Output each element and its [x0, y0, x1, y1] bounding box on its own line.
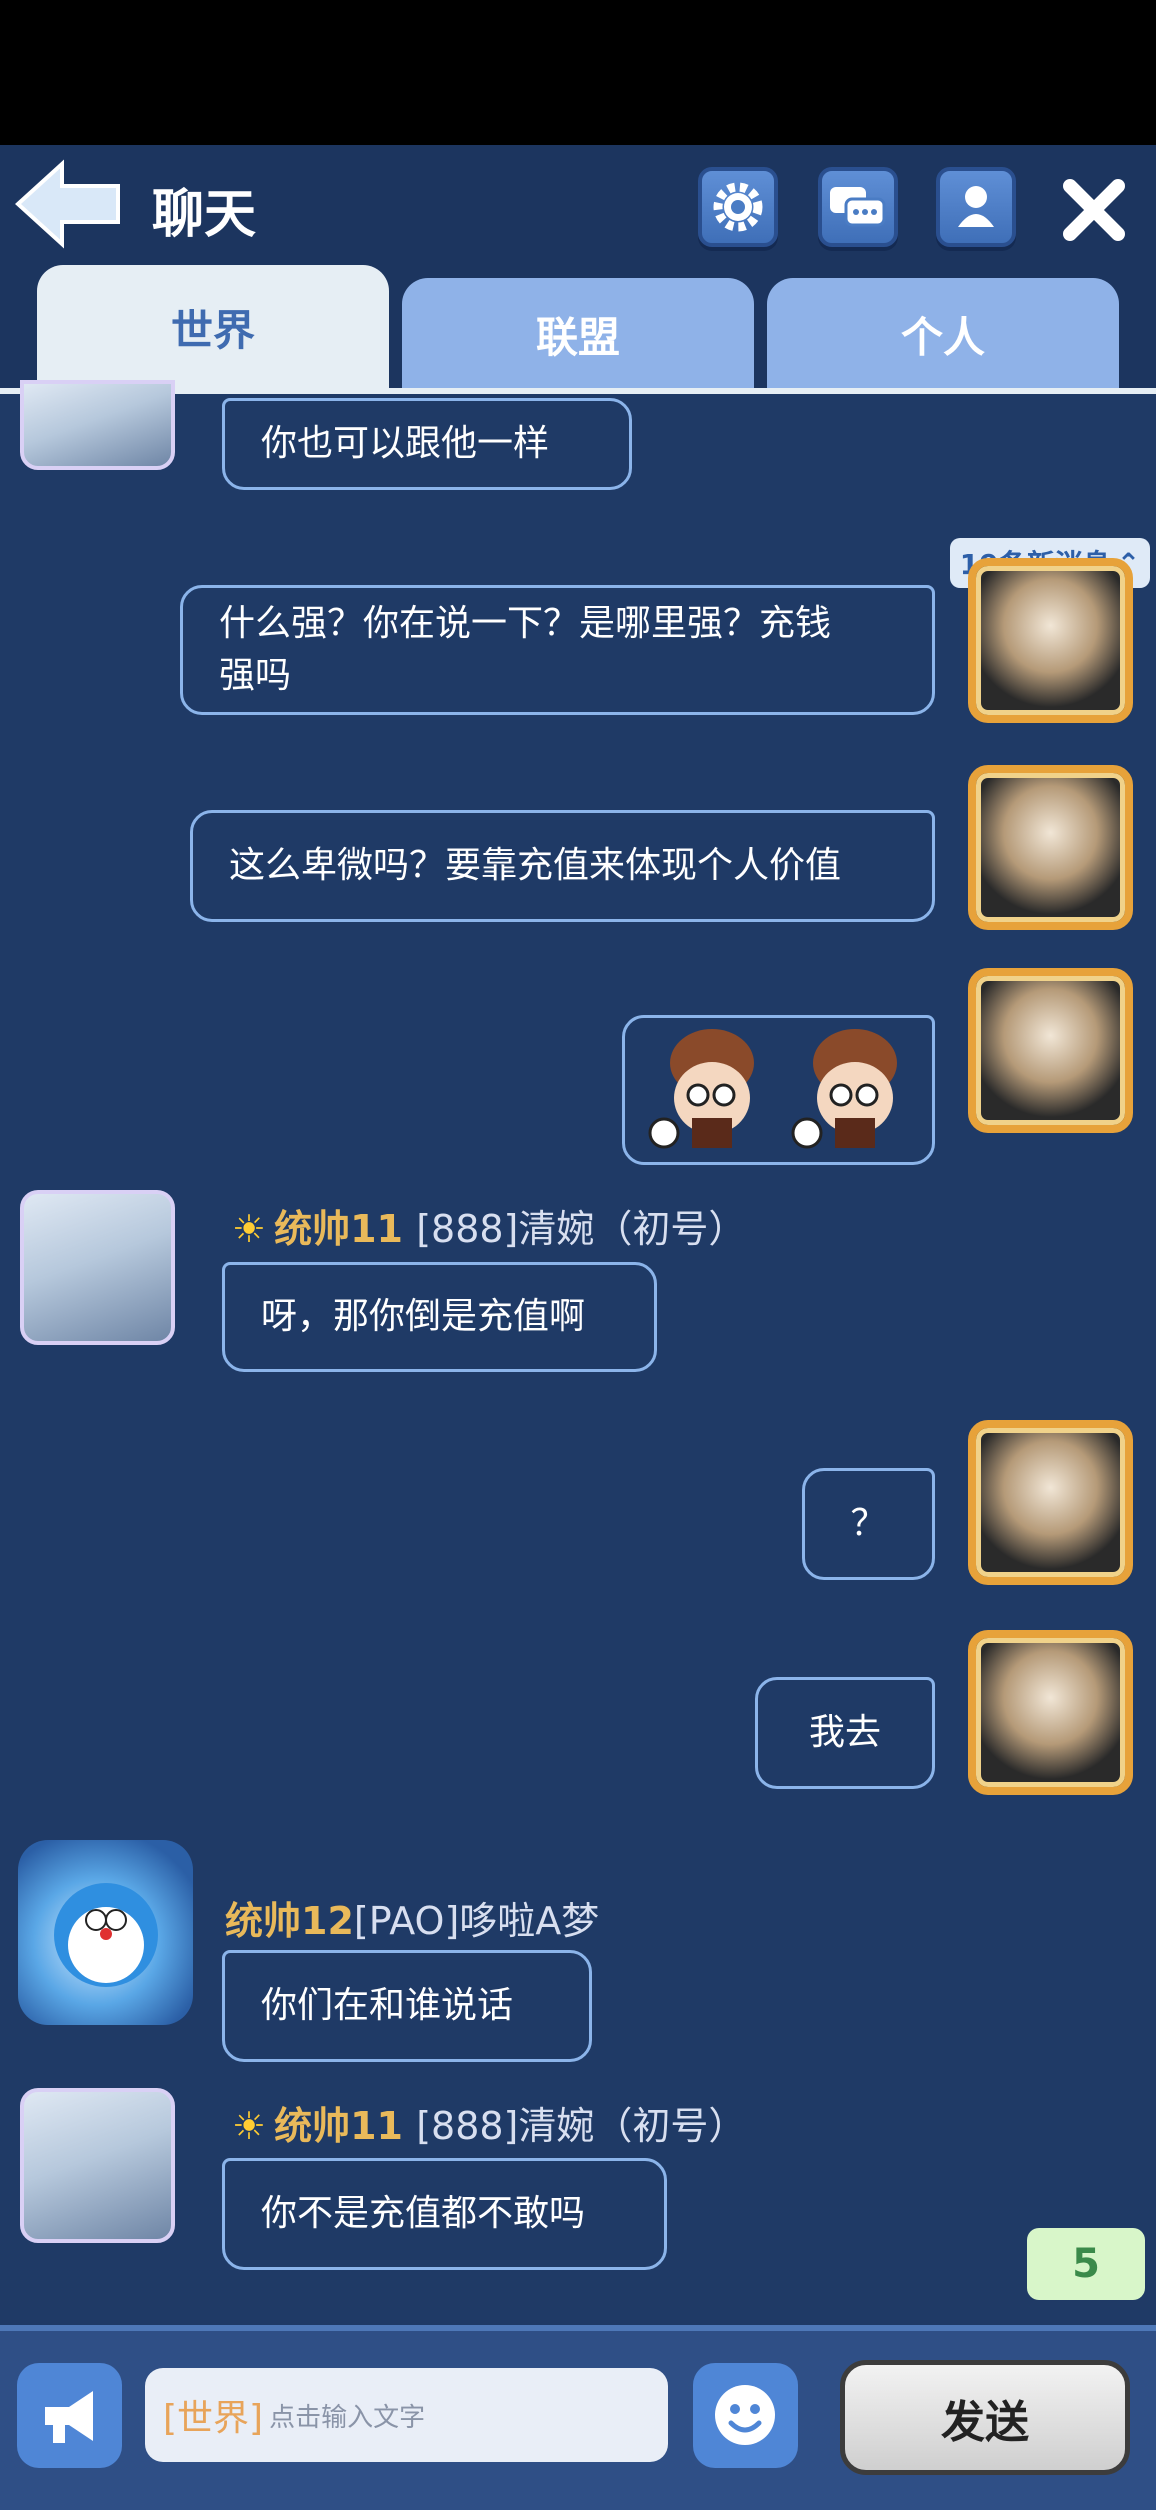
- sender-handle: [888]清婉（初号）: [416, 2104, 747, 2148]
- settings-button[interactable]: [698, 167, 778, 247]
- message-bubble: ？: [802, 1468, 935, 1580]
- broadcast-button[interactable]: [17, 2363, 122, 2468]
- message-text: 你们在和谁说话: [261, 1985, 514, 2026]
- smiley-icon: [715, 2385, 775, 2445]
- emoji-button[interactable]: [693, 2363, 798, 2468]
- avatar[interactable]: [968, 765, 1133, 930]
- sender-name: ☀ 统帅11 [888]清婉（初号）: [232, 2095, 746, 2150]
- message-bubble: 你不是充值都不敢吗: [222, 2158, 667, 2270]
- message-bubble: 什么强？你在说一下？是哪里强？充钱 强吗: [180, 585, 935, 715]
- message-text: 这么卑微吗？要靠充值来体现个人价值: [229, 845, 842, 886]
- sender-rank: 统帅12: [225, 1899, 354, 1943]
- input-channel-label: [世界]: [163, 2398, 264, 2439]
- send-button[interactable]: 发送: [840, 2360, 1130, 2475]
- chat-list-button[interactable]: [818, 167, 898, 247]
- avatar[interactable]: [968, 1420, 1133, 1585]
- avatar[interactable]: [20, 2088, 175, 2243]
- message-bubble: 你也可以跟他一样: [222, 398, 632, 490]
- message-text: 我去: [808, 1712, 881, 1753]
- avatar[interactable]: [968, 1630, 1133, 1795]
- sender-rank: 统帅11: [274, 2104, 403, 2148]
- page-title: 聊天: [152, 185, 257, 245]
- back-button[interactable]: [14, 158, 124, 250]
- message-text: 你不是充值都不敢吗: [261, 2193, 586, 2234]
- unread-count-badge[interactable]: 5: [1027, 2228, 1145, 2300]
- message-text: 强吗: [219, 655, 292, 696]
- message-bubble: 这么卑微吗？要靠充值来体现个人价值: [190, 810, 935, 922]
- sender-name: 统帅12[PAO]哆啦A梦: [225, 1890, 599, 1945]
- doraemon-image: [54, 1883, 158, 1987]
- message-text: 什么强？你在说一下？是哪里强？充钱: [219, 603, 832, 644]
- sun-icon: ☀: [232, 2104, 267, 2148]
- tab-personal[interactable]: 个人: [767, 278, 1119, 390]
- sticker-image: [648, 1028, 754, 1148]
- message-text: 呀，那你倒是充值啊: [261, 1296, 586, 1337]
- sender-handle: [PAO]哆啦A梦: [353, 1899, 600, 1943]
- sticker-image: [791, 1028, 898, 1148]
- profile-button[interactable]: [936, 167, 1016, 247]
- message-text: 你也可以跟他一样: [261, 423, 550, 464]
- avatar[interactable]: [18, 1840, 193, 2025]
- gear-icon: [713, 182, 763, 232]
- tab-alliance[interactable]: 联盟: [402, 278, 754, 390]
- message-bubble: 我去: [755, 1677, 935, 1789]
- sticker-bubble: [622, 1015, 935, 1165]
- close-button[interactable]: [1054, 170, 1134, 250]
- avatar[interactable]: [20, 1190, 175, 1345]
- avatar[interactable]: [968, 558, 1133, 723]
- close-icon: [1063, 179, 1125, 241]
- sender-name: ☀ 统帅11 [888]清婉（初号）: [232, 1198, 746, 1253]
- sender-rank: 统帅11: [274, 1207, 403, 1251]
- sun-icon: ☀: [232, 1207, 267, 1251]
- chat-bubbles-icon: [830, 187, 886, 227]
- message-input[interactable]: [世界] 点击输入文字: [145, 2368, 668, 2462]
- person-icon: [958, 186, 994, 227]
- message-bubble: 呀，那你倒是充值啊: [222, 1262, 657, 1372]
- sender-handle: [888]清婉（初号）: [416, 1207, 747, 1251]
- message-text: ？: [850, 1503, 887, 1544]
- input-placeholder: 点击输入文字: [269, 2402, 426, 2433]
- avatar[interactable]: [20, 380, 175, 470]
- back-arrow-icon: [15, 159, 120, 249]
- tab-world[interactable]: 世界: [37, 265, 389, 390]
- avatar[interactable]: [968, 968, 1133, 1133]
- message-bubble: 你们在和谁说话: [222, 1950, 592, 2062]
- megaphone-icon: [45, 2391, 93, 2443]
- status-bar: [0, 0, 1156, 145]
